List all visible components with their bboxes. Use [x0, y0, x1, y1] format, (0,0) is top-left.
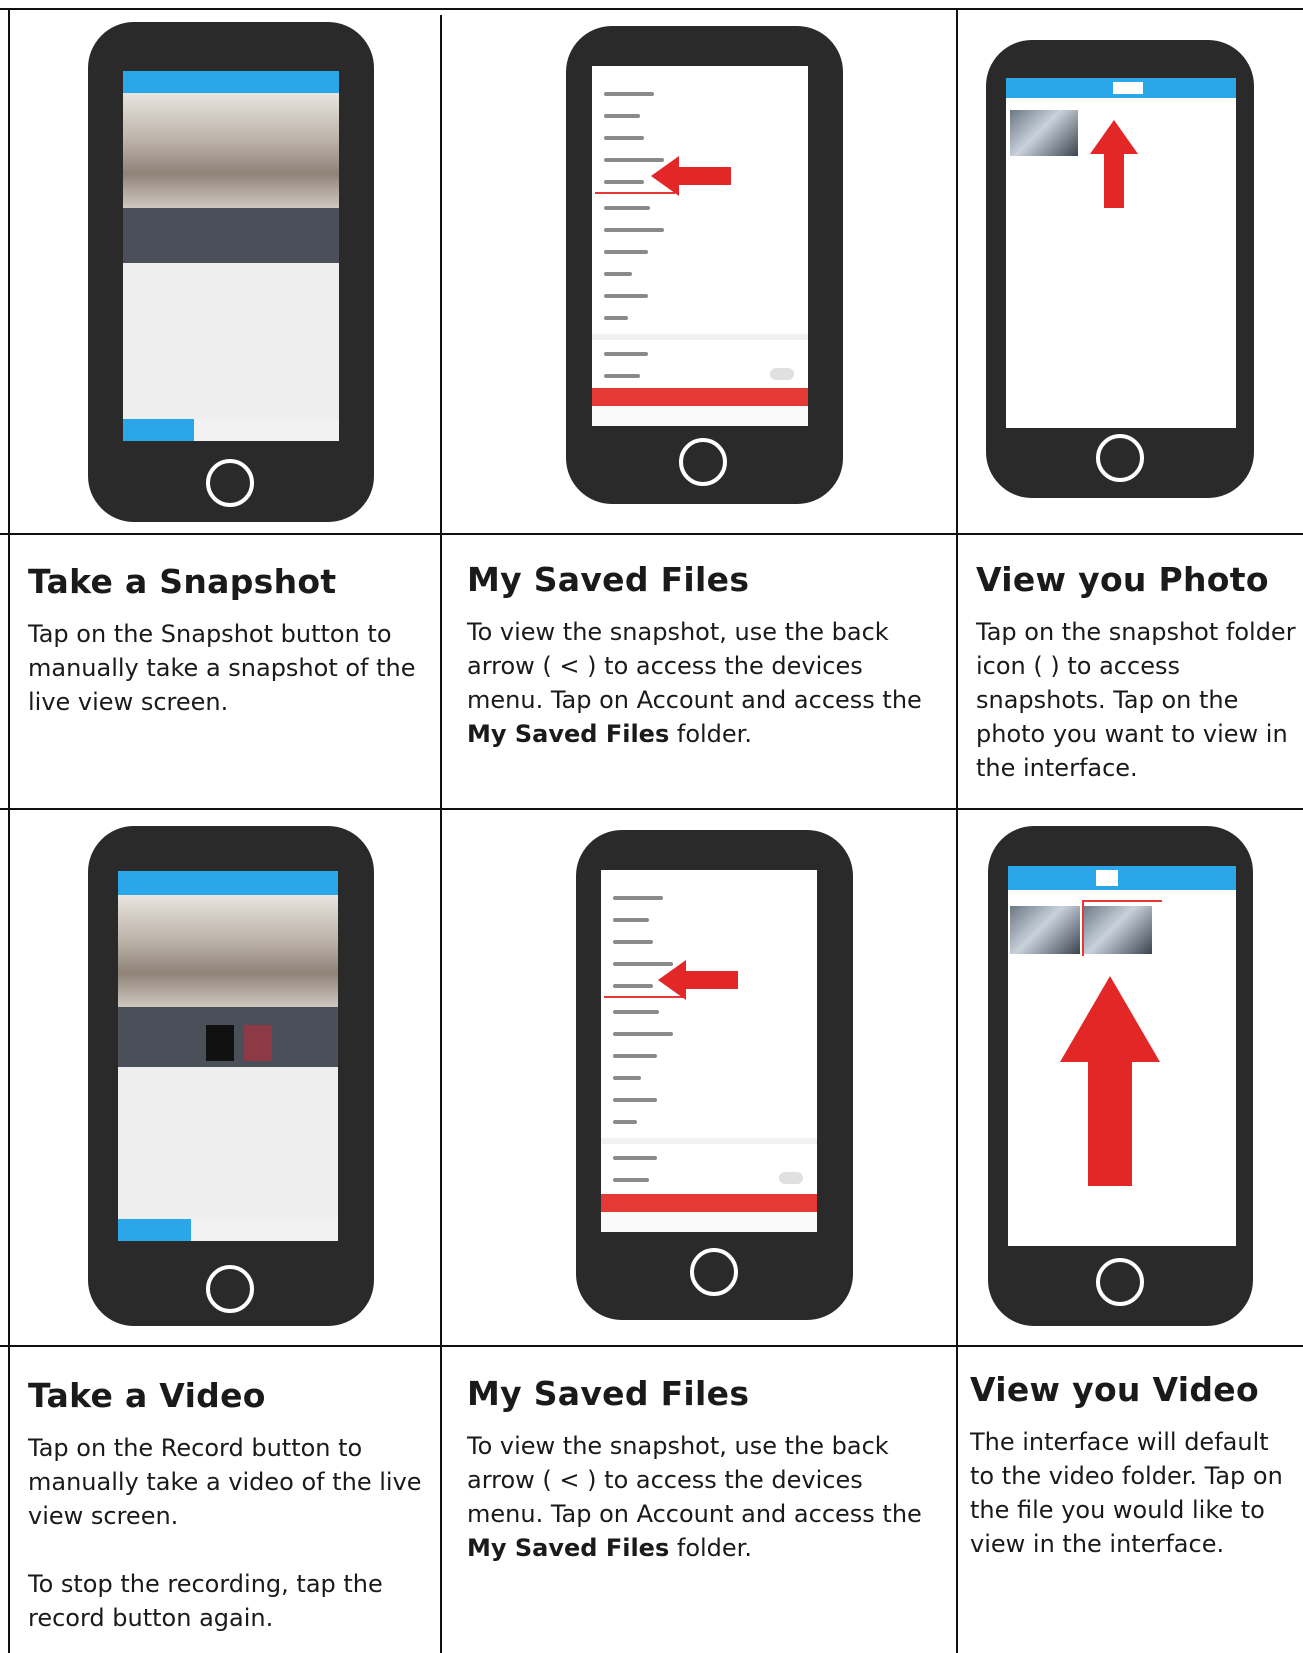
section-heading: My Saved Files	[467, 1374, 750, 1413]
bottom-tabs	[123, 419, 339, 441]
arrow-left-icon	[651, 156, 731, 196]
home-button	[679, 438, 727, 486]
cell-take-video: Take a Video Tap on the Record button to…	[28, 1376, 428, 1635]
cell-view-photo: View you Photo Tap on the snapshot folde…	[976, 560, 1298, 785]
bottom-tabs	[118, 1219, 338, 1241]
arrow-up-icon	[1060, 976, 1160, 1186]
instruction-grid: Take a Snapshot Tap on the Snapshot butt…	[0, 0, 1303, 1653]
cell-my-saved-files-2: My Saved Files To view the snapshot, use…	[467, 1374, 927, 1565]
arrow-up-icon	[1090, 120, 1138, 208]
video-thumbnail-1	[1010, 906, 1080, 954]
home-button	[206, 459, 254, 507]
section-heading: Take a Video	[28, 1376, 266, 1415]
section-body: To view the snapshot, use the back arrow…	[467, 618, 922, 748]
home-button	[1096, 1258, 1144, 1306]
section-body: Tap on the snapshot folder icon ( ) to a…	[976, 618, 1296, 782]
home-button	[1096, 434, 1144, 482]
phone-video-folder	[988, 826, 1253, 1326]
grid-border-col2	[956, 8, 958, 1653]
cell-my-saved-files: My Saved Files To view the snapshot, use…	[467, 560, 927, 751]
arrow-left-icon	[658, 960, 738, 1000]
grid-border-left	[8, 8, 10, 1653]
camera-feed-image	[123, 93, 339, 208]
photo-thumbnail	[1010, 110, 1078, 156]
section-body: The interface will default to the video …	[970, 1428, 1283, 1558]
cell-view-video: View you Video The interface will defaul…	[970, 1370, 1290, 1561]
grid-border-top	[0, 8, 1303, 10]
grid-border-row2	[0, 808, 1303, 810]
grid-border-row1	[0, 533, 1303, 535]
phone-devices-menu-2	[576, 830, 853, 1320]
saved-files-emphasis: My Saved Files	[467, 720, 670, 748]
home-button	[690, 1248, 738, 1296]
section-heading: View you Photo	[976, 560, 1269, 599]
section-body: To view the snapshot, use the back arrow…	[467, 1432, 922, 1562]
phone-live-view	[88, 22, 374, 522]
section-heading: My Saved Files	[467, 560, 750, 599]
grid-border-col1	[440, 15, 442, 1653]
phone-snapshot-folder	[986, 40, 1254, 498]
phone-screen	[123, 71, 339, 441]
section-body: Tap on the Record button to manually tak…	[28, 1434, 422, 1530]
saved-files-emphasis: My Saved Files	[467, 1534, 670, 1562]
home-button	[206, 1265, 254, 1313]
phone-screen	[601, 870, 817, 1232]
control-panel	[123, 208, 339, 263]
phone-screen	[118, 871, 338, 1241]
phone-screen	[592, 66, 808, 426]
section-heading: View you Video	[970, 1370, 1259, 1409]
video-thumbnail-2	[1082, 906, 1152, 954]
cell-take-snapshot: Take a Snapshot Tap on the Snapshot butt…	[28, 562, 428, 719]
section-body: Tap on the Snapshot button to manually t…	[28, 620, 416, 716]
phone-live-view-recording	[88, 826, 374, 1326]
grid-border-row3	[0, 1345, 1303, 1347]
camera-feed-image	[118, 895, 338, 1007]
section-body-2: To stop the recording, tap the record bu…	[28, 1570, 383, 1632]
section-heading: Take a Snapshot	[28, 562, 337, 601]
phone-devices-menu	[566, 26, 843, 504]
